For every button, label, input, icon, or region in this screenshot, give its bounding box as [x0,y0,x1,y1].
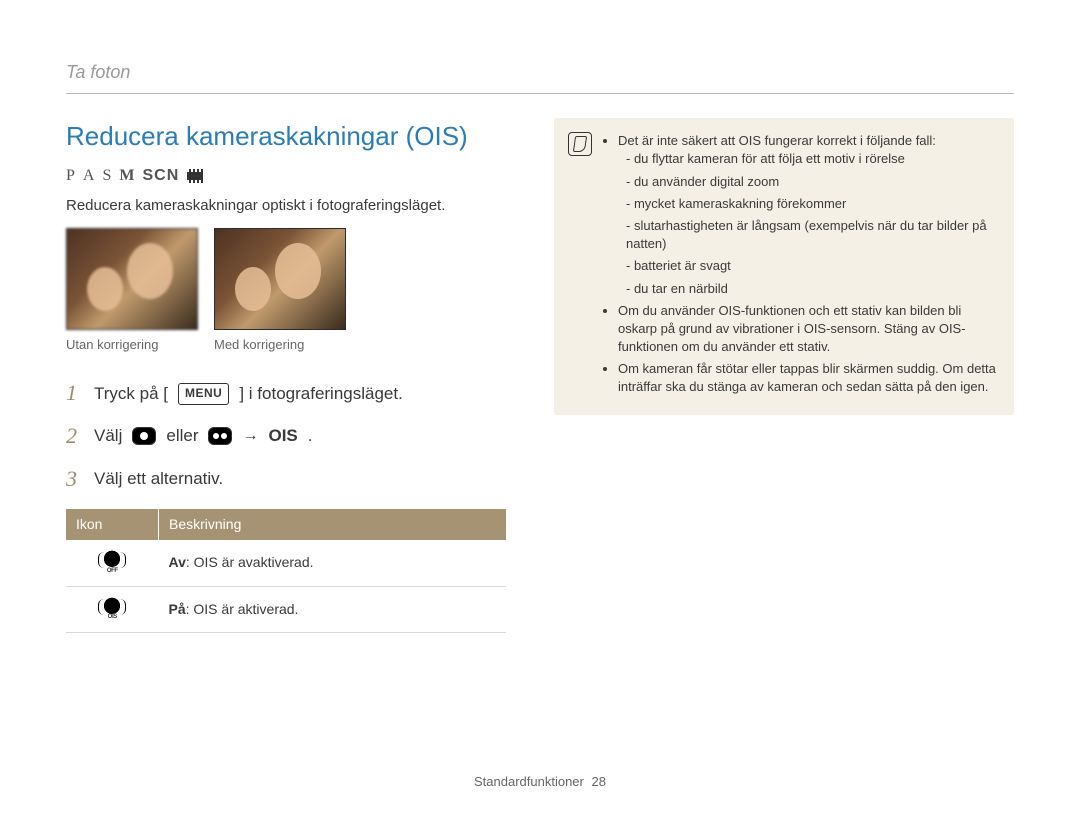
camera-icon [132,427,156,445]
note-sub: du använder digital zoom [626,173,996,191]
example-image-corrected [214,228,346,330]
step-num-1: 1 [66,378,84,409]
caption-uncorrected: Utan korrigering [66,336,198,354]
row-on-desc: På: OIS är aktiverad. [159,586,507,633]
note-b3: Om kameran får stötar eller tappas blir … [618,360,996,396]
step-list: 1 Tryck på [ MENU ] i fotograferingsläge… [66,378,506,494]
step-num-3: 3 [66,464,84,495]
step-num-2: 2 [66,421,84,452]
ois-off-icon: OFF [100,548,124,572]
mode-a: A [83,165,95,187]
note-sub: du flyttar kameran för att följa ett mot… [626,150,996,168]
footer: Standardfunktioner 28 [0,773,1080,791]
note-b2: Om du använder OIS-funktionen och ett st… [618,302,996,357]
th-icon: Ikon [66,509,159,541]
step-1: 1 Tryck på [ MENU ] i fotograferingsläge… [66,378,506,409]
th-description: Beskrivning [159,509,507,541]
step-2-or: eller [166,424,198,448]
example-image-uncorrected [66,228,198,330]
menu-key-icon: MENU [178,383,229,405]
step-1-part-b: ] i fotograferingsläget. [239,382,402,406]
divider [66,93,1014,94]
note-box: Det är inte säkert att OIS fungerar korr… [554,118,1014,414]
note-sub: mycket kameraskakning förekommer [626,195,996,213]
page-number: 28 [592,774,606,789]
note-sub: batteriet är svagt [626,257,996,275]
film-icon [187,169,203,183]
step-2-part-a: Välj [94,424,122,448]
mode-row: P A S M SCN [66,165,506,187]
table-row: OFF Av: OIS är avaktiverad. [66,540,506,586]
table-row: OIS På: OIS är aktiverad. [66,586,506,633]
step-3: 3 Välj ett alternativ. [66,464,506,495]
step-3-text: Välj ett alternativ. [94,467,223,491]
mode-m: M [119,165,134,187]
step-2-dot: . [308,424,313,448]
arrow-icon: → [242,425,258,447]
options-table: Ikon Beskrivning OFF Av: OIS är [66,509,506,634]
video-icon [208,427,232,445]
breadcrumb: Ta foton [66,60,1014,89]
mode-s: S [102,165,111,187]
caption-corrected: Med korrigering [214,336,346,354]
step-2: 2 Välj eller → OIS. [66,421,506,452]
mode-p: P [66,165,75,187]
intro-text: Reducera kameraskakningar optiskt i foto… [66,195,506,216]
footer-section: Standardfunktioner [474,774,584,789]
note-sub: slutarhastigheten är långsam (exempelvis… [626,217,996,253]
ois-on-icon: OIS [100,595,124,619]
row-off-desc: Av: OIS är avaktiverad. [159,540,507,586]
ois-label: OIS [268,424,297,448]
heading-ois: Reducera kameraskakningar (OIS) [66,118,506,154]
example-images-row: Utan korrigering Med korrigering [66,228,506,354]
step-1-part-a: Tryck på [ [94,382,168,406]
note-sub: du tar en närbild [626,280,996,298]
note-b1: Det är inte säkert att OIS fungerar korr… [618,133,936,148]
mode-scn: SCN [142,165,179,187]
note-icon [568,132,592,156]
